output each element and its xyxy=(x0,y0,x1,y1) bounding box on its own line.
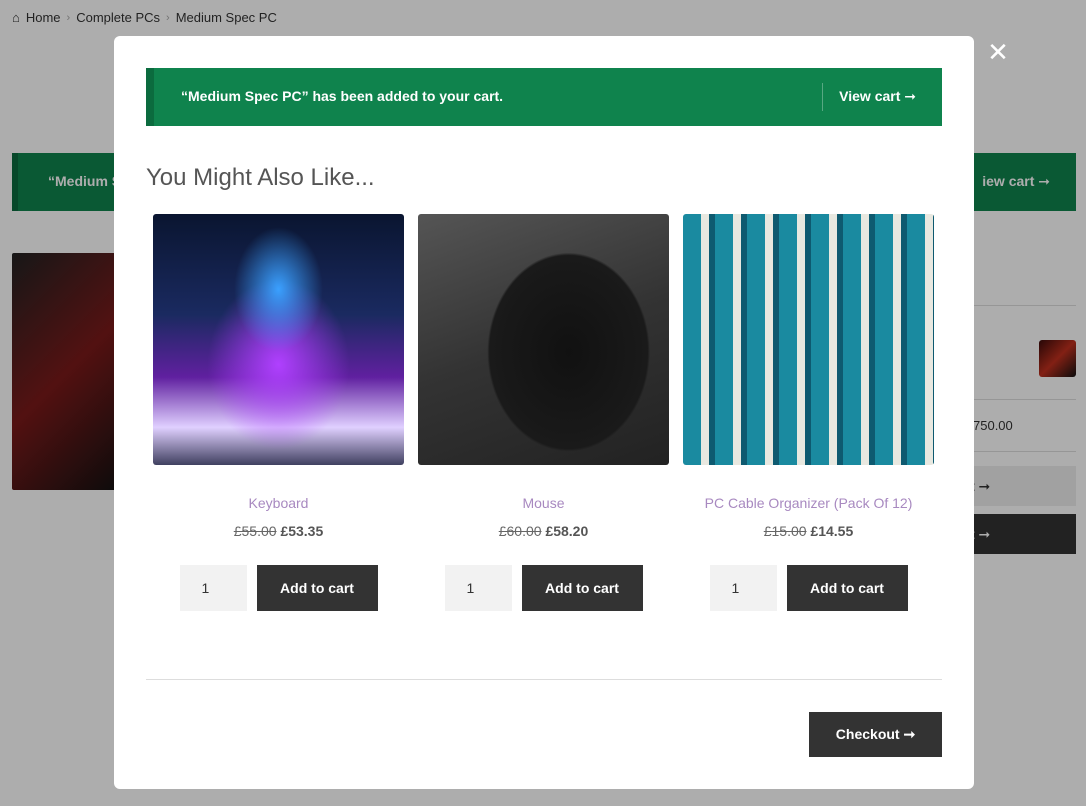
notice-message: “Medium Spec PC” has been added to your … xyxy=(181,88,504,104)
sale-price: £53.35 xyxy=(280,523,324,539)
product-price: £60.00 £58.20 xyxy=(418,523,669,539)
add-to-cart-button[interactable]: Add to cart xyxy=(256,565,378,611)
cable-organizer-image[interactable] xyxy=(683,214,934,465)
quantity-input[interactable] xyxy=(179,565,247,611)
added-to-cart-modal: “Medium Spec PC” has been added to your … xyxy=(114,36,974,789)
checkout-button[interactable]: Checkout ➞ xyxy=(809,712,942,757)
product-card: Mouse £60.00 £58.20 Add to cart xyxy=(418,214,669,611)
product-card: PC Cable Organizer (Pack Of 12) £15.00 £… xyxy=(683,214,934,611)
mouse-image[interactable] xyxy=(418,214,669,465)
product-name[interactable]: PC Cable Organizer (Pack Of 12) xyxy=(683,495,934,511)
old-price: £15.00 xyxy=(763,523,807,539)
product-name[interactable]: Mouse xyxy=(418,495,669,511)
product-card: Keyboard £55.00 £53.35 Add to cart xyxy=(153,214,404,611)
keyboard-image[interactable] xyxy=(153,214,404,465)
cart-notice: “Medium Spec PC” has been added to your … xyxy=(146,68,942,126)
close-icon[interactable]: ✕ xyxy=(986,39,1010,65)
quantity-input[interactable] xyxy=(709,565,777,611)
add-to-cart-button[interactable]: Add to cart xyxy=(521,565,643,611)
product-name[interactable]: Keyboard xyxy=(153,495,404,511)
old-price: £55.00 xyxy=(233,523,277,539)
view-cart-link[interactable]: View cart ➞ xyxy=(822,83,942,111)
quantity-input[interactable] xyxy=(444,565,512,611)
sale-price: £14.55 xyxy=(810,523,854,539)
product-price: £55.00 £53.35 xyxy=(153,523,404,539)
divider xyxy=(146,679,942,680)
product-price: £15.00 £14.55 xyxy=(683,523,934,539)
add-to-cart-button[interactable]: Add to cart xyxy=(786,565,908,611)
section-heading: You Might Also Like... xyxy=(146,164,375,191)
old-price: £60.00 xyxy=(498,523,542,539)
sale-price: £58.20 xyxy=(545,523,589,539)
